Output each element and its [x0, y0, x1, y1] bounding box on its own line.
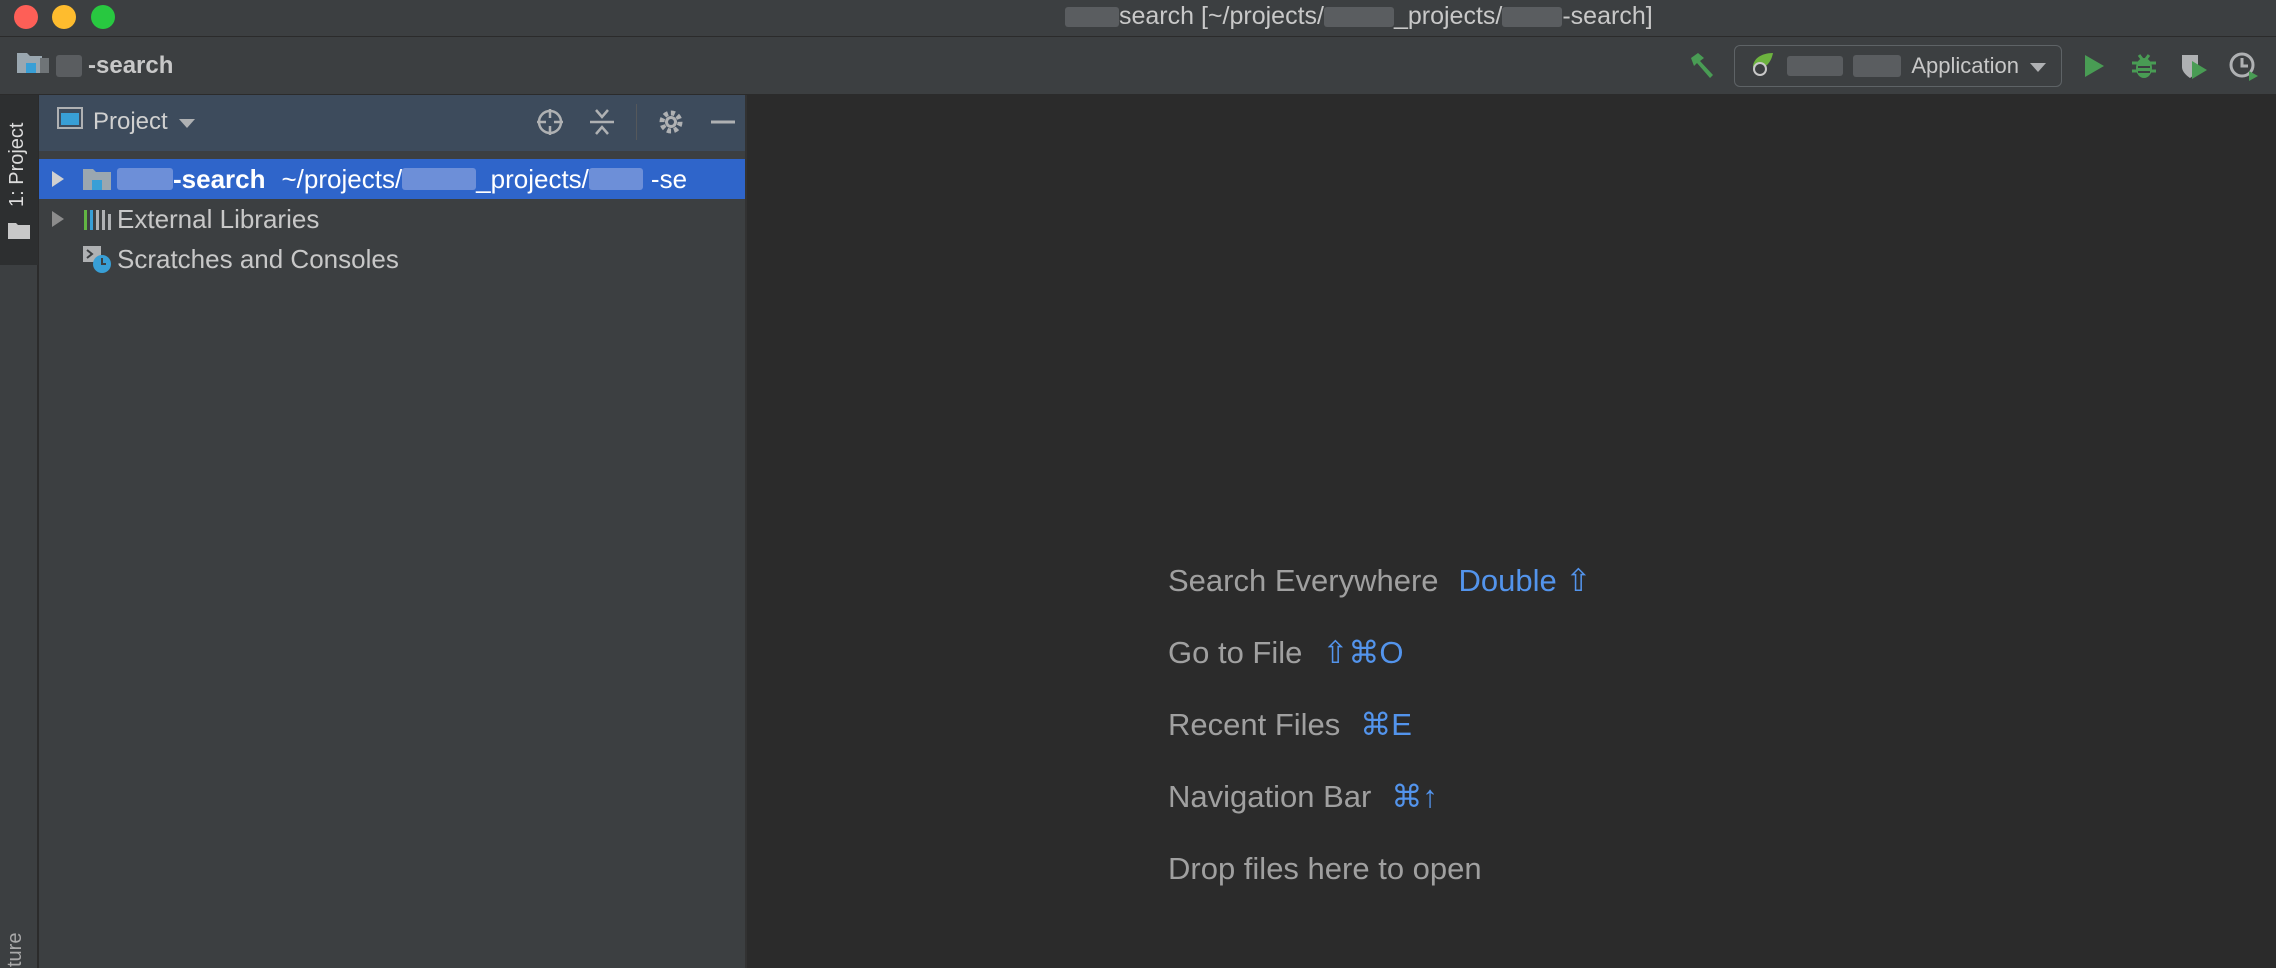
tree-item-scratches[interactable]: Scratches and Consoles	[39, 239, 745, 279]
editor-empty-area: Search Everywhere Double ⇧ Go to File ⇧⌘…	[749, 95, 2276, 968]
hint-go-to-file: Go to File ⇧⌘O	[1168, 617, 1591, 689]
project-view-select[interactable]: Project	[57, 107, 196, 136]
project-tab-label: 1: Project	[6, 122, 28, 207]
minimize-window-button[interactable]	[52, 5, 76, 29]
profiler-clock-icon[interactable]	[2226, 48, 2262, 84]
tree-item-external-libraries[interactable]: External Libraries	[39, 199, 745, 239]
project-folder-icon	[16, 50, 50, 81]
chevron-down-icon	[2029, 53, 2047, 79]
project-view-icon	[57, 107, 83, 136]
maximize-window-button[interactable]	[91, 5, 115, 29]
debug-bug-icon[interactable]	[2126, 48, 2162, 84]
hint-navigation-bar: Navigation Bar ⌘↑	[1168, 761, 1591, 833]
hint-label: Go to File	[1168, 635, 1303, 670]
build-hammer-icon[interactable]	[1684, 48, 1720, 84]
tree-item-project-root[interactable]: -search ~/projects/ _projects/ -se	[39, 159, 745, 199]
toolbar-separator	[636, 104, 637, 140]
run-with-coverage-icon[interactable]	[2176, 48, 2212, 84]
project-name-label: -search	[88, 51, 174, 79]
external-libraries-label: External Libraries	[117, 203, 320, 234]
close-window-button[interactable]	[14, 5, 38, 29]
navigation-bar: -search Application	[0, 37, 2276, 95]
expand-arrow-icon[interactable]	[39, 210, 77, 228]
folder-icon	[8, 221, 30, 244]
module-folder-icon	[77, 166, 117, 192]
run-configuration-select[interactable]: Application	[1734, 45, 2062, 87]
structure-tab-label[interactable]: ture	[4, 933, 27, 967]
project-tool-window-tab[interactable]: 1: Project	[0, 95, 38, 265]
scratches-label: Scratches and Consoles	[117, 243, 399, 274]
project-root-path-3: -se	[650, 163, 688, 194]
collapse-all-icon[interactable]	[584, 104, 620, 140]
libraries-icon	[77, 206, 117, 232]
project-root-name: -search	[173, 163, 266, 194]
project-panel-header: Project	[39, 95, 745, 151]
window-title: search [~/projects/ _projects/ -search]	[1065, 2, 1653, 31]
project-view-label: Project	[93, 107, 168, 135]
expand-arrow-icon[interactable]	[39, 170, 77, 188]
hint-shortcut: ⌘E	[1360, 707, 1412, 742]
hint-shortcut: ⌘↑	[1391, 779, 1438, 814]
hint-label: Recent Files	[1168, 707, 1341, 742]
window-title-part1: search [~/projects/	[1119, 2, 1324, 30]
run-configuration-label: Application	[1911, 53, 2019, 78]
gear-icon[interactable]	[653, 104, 689, 140]
window-title-part2: _projects/	[1393, 2, 1503, 30]
scratches-consoles-icon	[77, 244, 117, 274]
hint-label: Search Everywhere	[1168, 563, 1439, 598]
hide-minimize-icon[interactable]	[705, 104, 741, 140]
window-title-part3: -search]	[1562, 2, 1653, 30]
window-titlebar: search [~/projects/ _projects/ -search]	[0, 0, 2276, 37]
locate-crosshair-icon[interactable]	[532, 104, 568, 140]
breadcrumb[interactable]: -search	[16, 50, 173, 81]
hint-drop-files: Drop files here to open	[1168, 833, 1591, 905]
chevron-down-icon	[178, 108, 196, 136]
project-tree: -search ~/projects/ _projects/ -se Exter…	[39, 159, 745, 279]
left-tool-window-stripe: 1: Project ture	[0, 95, 38, 968]
hint-search-everywhere: Search Everywhere Double ⇧	[1168, 545, 1591, 617]
hint-label: Drop files here to open	[1168, 851, 1482, 886]
hint-shortcut: Double ⇧	[1458, 563, 1592, 598]
project-tool-window: Project -search ~/projects/ _projects/ -…	[39, 95, 747, 968]
hint-shortcut: ⇧⌘O	[1322, 635, 1404, 670]
project-root-path: ~/projects/	[281, 163, 403, 194]
run-icon[interactable]	[2076, 48, 2112, 84]
project-root-path-2: _projects/	[476, 163, 589, 194]
hint-label: Navigation Bar	[1168, 779, 1372, 814]
hint-recent-files: Recent Files ⌘E	[1168, 689, 1591, 761]
spring-boot-icon	[1749, 49, 1777, 83]
editor-hints: Search Everywhere Double ⇧ Go to File ⇧⌘…	[1168, 545, 1591, 905]
